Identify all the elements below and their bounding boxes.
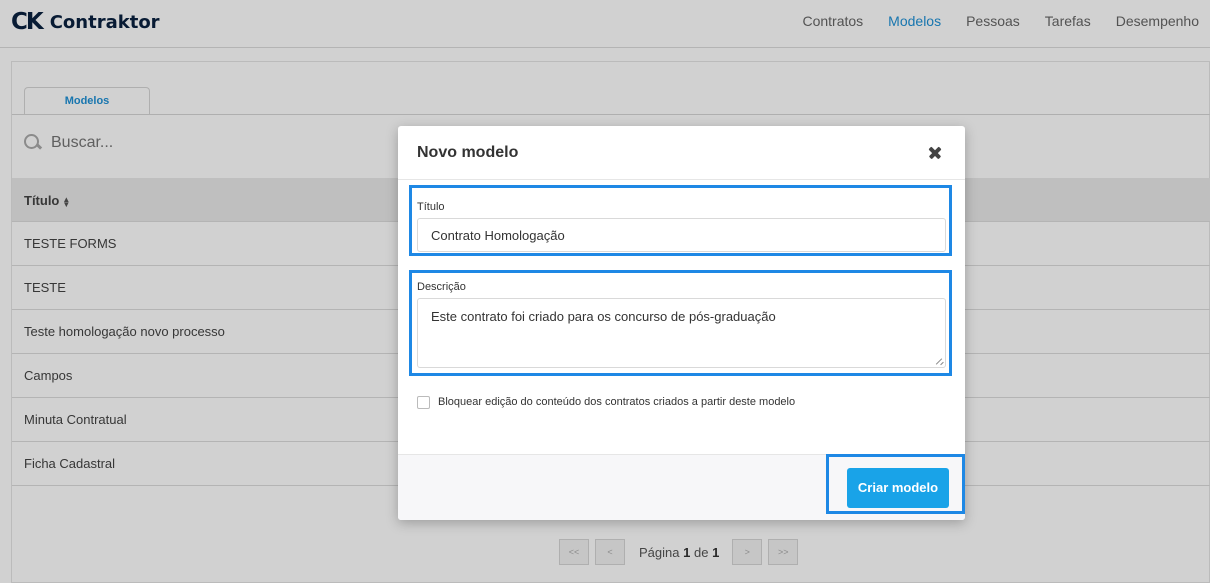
title-input[interactable]: [417, 218, 946, 252]
resize-grip-icon[interactable]: [936, 357, 944, 365]
close-icon[interactable]: [927, 145, 943, 161]
description-textarea[interactable]: Este contrato foi criado para os concurs…: [417, 298, 946, 368]
description-field-label: Descrição: [417, 281, 466, 293]
title-field-label: Título: [417, 201, 445, 213]
dialog-header: Novo modelo: [398, 126, 965, 180]
create-model-button[interactable]: Criar modelo: [847, 468, 949, 508]
new-model-dialog: Novo modelo Título Descrição Este contra…: [398, 126, 965, 520]
dialog-title: Novo modelo: [417, 144, 519, 161]
lock-editing-checkbox[interactable]: [417, 396, 430, 409]
lock-editing-label[interactable]: Bloquear edição do conteúdo dos contrato…: [438, 396, 795, 408]
